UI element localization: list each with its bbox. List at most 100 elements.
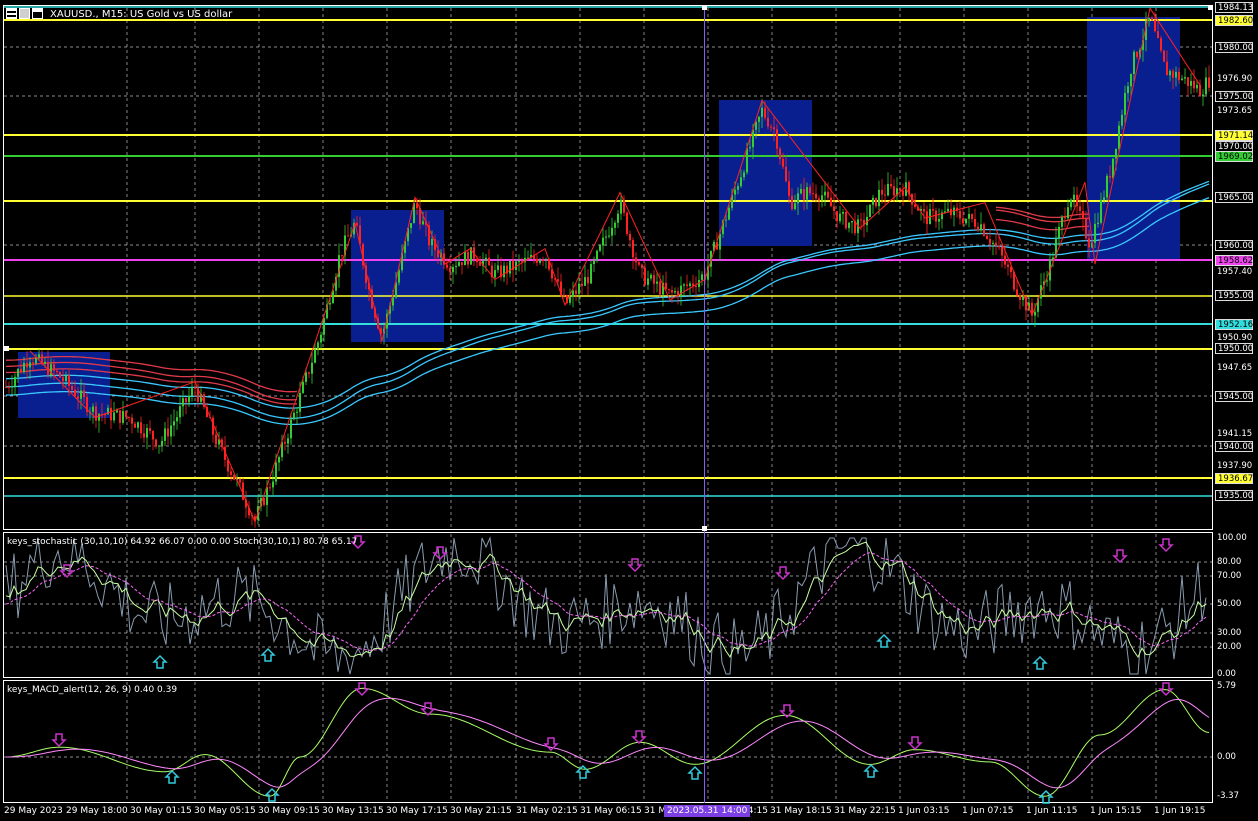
candle-body (1154, 20, 1156, 32)
chart-window[interactable]: XAUUSD., M15: US Gold vs US dollar keys_… (0, 0, 1258, 821)
zigzag-line (29, 7, 1201, 524)
price-chart-canvas[interactable] (0, 0, 1258, 821)
buy-arrow-icon (687, 765, 703, 780)
candle-body (986, 235, 988, 239)
candle-body (452, 266, 454, 273)
candle-body (1034, 311, 1036, 316)
candle-body (1106, 175, 1108, 198)
price-label: 1980.00 (1215, 42, 1253, 53)
candle-body (311, 362, 313, 374)
candle-body (266, 487, 268, 505)
candle-body (329, 302, 331, 305)
candle-body (806, 187, 808, 200)
candle-body (44, 361, 46, 364)
price-label: 1975.00 (1215, 91, 1253, 102)
main-pane-frame (3, 5, 1213, 530)
candle-body (446, 264, 448, 268)
stochastic-lines (5, 536, 1207, 676)
candle-body (1103, 197, 1105, 200)
buy-arrow-icon (863, 763, 879, 778)
stochastic-main-line (5, 541, 1207, 659)
candle-body (629, 233, 631, 241)
candle-body (347, 235, 349, 237)
moving-average-line (5, 180, 1210, 409)
candle-body (641, 264, 643, 268)
candle-body (962, 218, 964, 224)
candle-body (116, 410, 118, 413)
candle-body (1124, 93, 1126, 115)
candle-body (992, 242, 994, 244)
candle-body (509, 260, 511, 274)
candle-body (143, 433, 145, 438)
candle-body (734, 189, 736, 195)
sell-arrow-icon (354, 682, 370, 697)
time-label: 31 May 18:15 (770, 806, 832, 816)
candle-body (74, 389, 76, 397)
maximize-icon[interactable] (32, 8, 43, 19)
candle-body (140, 422, 142, 434)
candle-body (602, 237, 604, 246)
candle-body (1046, 280, 1048, 282)
candle-body (887, 183, 889, 196)
candle-body (488, 257, 490, 266)
candle-body (881, 189, 883, 195)
crosshair-top-handle[interactable] (702, 5, 707, 10)
candle-body (161, 440, 163, 446)
grid-lines (4, 8, 1212, 801)
candle-body (776, 129, 778, 149)
candle-body (170, 425, 172, 437)
candle-body (575, 290, 577, 294)
candle-body (809, 187, 811, 194)
candle-body (746, 148, 748, 173)
time-label: 1 Jun 03:15 (898, 806, 950, 816)
candle-body (458, 262, 460, 266)
candle-body (761, 107, 763, 117)
candle-body (989, 238, 991, 244)
restore-icon[interactable] (19, 8, 30, 19)
candle-body (728, 207, 730, 220)
candle-body (92, 406, 94, 412)
candle-body (194, 387, 196, 389)
candle-body (644, 267, 646, 285)
candle-body (284, 442, 286, 444)
time-label: 31 May 02:15 (516, 806, 578, 816)
candle-body (848, 222, 850, 229)
candle-body (665, 282, 667, 290)
candle-body (971, 214, 973, 219)
candle-body (1160, 38, 1162, 51)
candle-body (275, 462, 277, 482)
level-handle[interactable] (4, 346, 9, 351)
candle-body (872, 197, 874, 205)
crosshair-bottom-handle[interactable] (702, 526, 707, 531)
candle-body (965, 218, 967, 224)
time-label: 1 Jun 11:15 (1026, 806, 1078, 816)
pane-corner-handle[interactable] (1208, 5, 1213, 10)
candle-body (893, 186, 895, 196)
candle-body (32, 362, 34, 364)
candle-body (137, 422, 139, 428)
sell-arrow-icon (51, 733, 67, 748)
macd-level-label: -3.37 (1217, 791, 1239, 801)
candle-body (875, 197, 877, 207)
candle-body (1127, 86, 1129, 94)
buy-arrow-icon (264, 787, 280, 802)
candle-body (632, 240, 634, 258)
candle-body (62, 377, 64, 382)
cursor-time-label: 2023.05.31 14:00 (664, 805, 751, 817)
candle-body (833, 206, 835, 212)
candle-body (1208, 77, 1210, 88)
candle-body (725, 219, 727, 221)
candle-body (782, 159, 784, 167)
candle-body (1094, 223, 1096, 243)
time-label: 31 May 22:15 (834, 806, 896, 816)
time-label: 29 May 2023 (4, 806, 63, 816)
stochastic-level-label: 30.00 (1217, 628, 1242, 638)
candle-body (803, 189, 805, 200)
candle-body (821, 195, 823, 201)
zigzag-polyline (29, 7, 1201, 524)
menu-icon[interactable] (6, 8, 17, 19)
stochastic-level-label: 80.00 (1217, 557, 1242, 567)
time-label: 1 Jun 15:15 (1090, 806, 1142, 816)
price-label: 1947.65 (1217, 363, 1253, 373)
candle-body (296, 411, 298, 413)
